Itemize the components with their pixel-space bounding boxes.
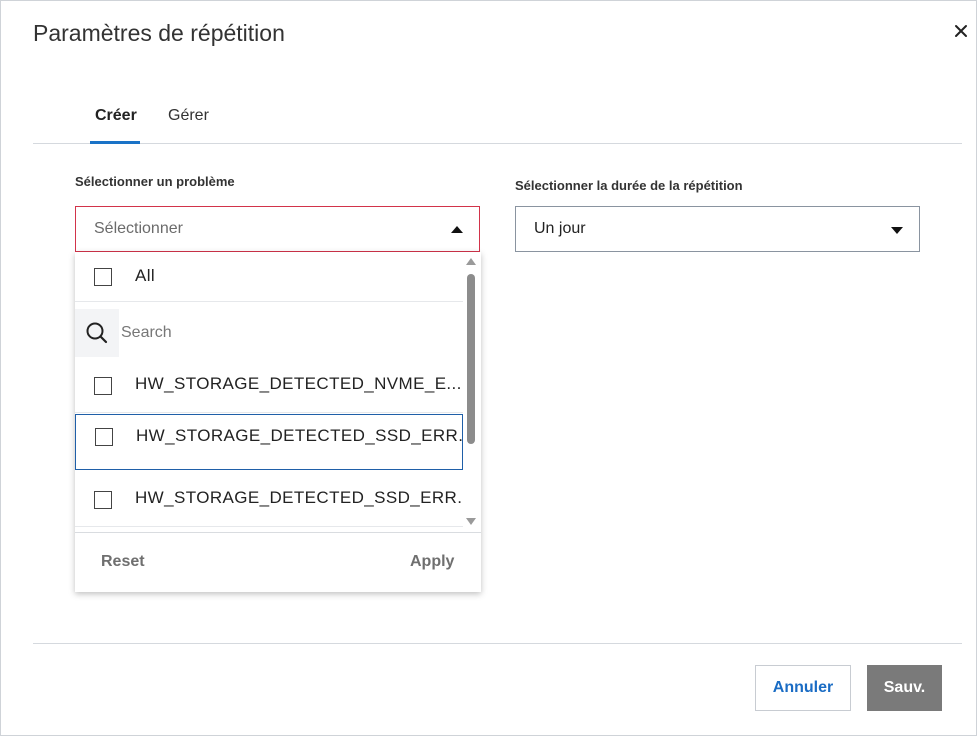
duration-select[interactable]: Un jour <box>515 206 920 252</box>
search-input[interactable] <box>119 309 463 357</box>
duration-select-value: Un jour <box>534 220 586 237</box>
search-icon <box>75 309 119 357</box>
problem-select[interactable]: Sélectionner <box>75 206 480 252</box>
reset-button[interactable]: Reset <box>101 553 145 571</box>
list-item[interactable]: HW_STORAGE_DETECTED_SSD_ERR... <box>75 471 463 527</box>
scroll-up-arrow-icon[interactable] <box>466 258 476 265</box>
search-row <box>75 309 463 357</box>
tab-creer[interactable]: Créer <box>95 105 137 127</box>
close-button[interactable] <box>951 23 971 43</box>
tab-gerer[interactable]: Gérer <box>168 105 209 127</box>
problem-option-list: All HW_STORAGE_DETECTED_NVME_E... HW_STO… <box>75 252 463 532</box>
apply-button[interactable]: Apply <box>410 553 454 571</box>
caret-up-icon <box>451 226 463 233</box>
scroll-down-arrow-icon[interactable] <box>466 518 476 525</box>
option-all[interactable]: All <box>75 252 463 302</box>
list-item-label: HW_STORAGE_DETECTED_SSD_ERR... <box>135 488 463 507</box>
list-item[interactable]: HW_STORAGE_DETECTED_NVME_E... <box>75 357 463 413</box>
list-item[interactable]: HW_STORAGE_DETECTED_SSD_ERR... <box>75 414 463 470</box>
save-button[interactable]: Sauv. <box>867 665 942 711</box>
tab-bar: Créer Gérer <box>33 93 962 144</box>
duration-label: Sélectionner la durée de la répétition <box>515 178 743 193</box>
list-item-label: HW_STORAGE_DETECTED_SSD_ERR... <box>136 426 463 445</box>
scrollbar[interactable] <box>464 256 478 531</box>
caret-down-icon <box>891 227 903 234</box>
problem-select-placeholder: Sélectionner <box>94 220 183 237</box>
repetition-settings-dialog: Paramètres de répétition Créer Gérer Sél… <box>0 0 977 736</box>
checkbox[interactable] <box>94 491 112 509</box>
option-all-label: All <box>135 266 156 285</box>
dropdown-footer: Reset Apply <box>75 532 481 592</box>
list-item-label: HW_STORAGE_DETECTED_NVME_E... <box>135 374 462 393</box>
checkbox[interactable] <box>95 428 113 446</box>
scrollbar-thumb[interactable] <box>467 274 475 444</box>
footer-divider <box>33 643 962 644</box>
dialog-title: Paramètres de répétition <box>33 20 285 46</box>
close-icon <box>954 24 968 43</box>
problem-label: Sélectionner un problème <box>75 174 235 189</box>
checkbox[interactable] <box>94 377 112 395</box>
problem-dropdown-panel: All HW_STORAGE_DETECTED_NVME_E... HW_STO… <box>75 252 481 592</box>
checkbox-all[interactable] <box>94 268 112 286</box>
active-tab-indicator <box>90 141 140 144</box>
cancel-button[interactable]: Annuler <box>755 665 851 711</box>
